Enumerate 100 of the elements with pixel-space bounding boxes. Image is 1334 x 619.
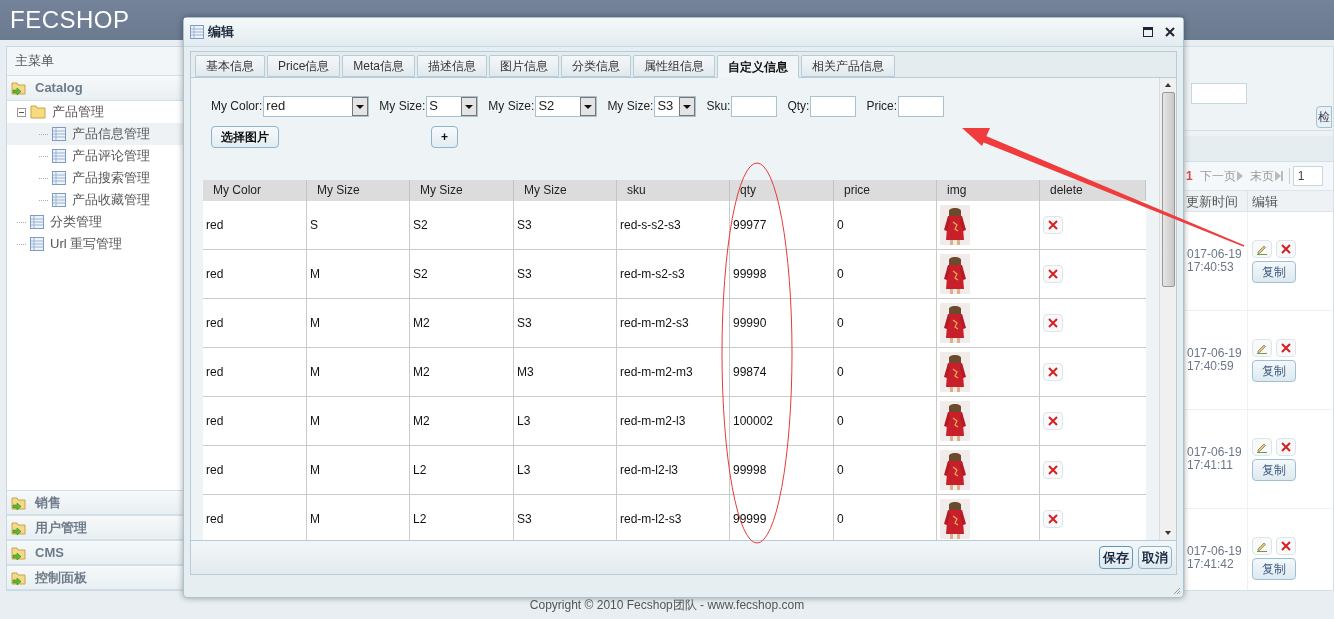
table-icon	[52, 127, 66, 141]
folder-arrow-icon	[11, 569, 27, 586]
tab[interactable]: 图片信息	[489, 55, 560, 77]
current-page[interactable]: 1	[1186, 167, 1193, 185]
accordion-header[interactable]: 用户管理	[7, 515, 185, 540]
time-text: 17:41:42	[1187, 558, 1235, 571]
x-icon	[1281, 342, 1291, 353]
tab[interactable]: 属性组信息	[633, 55, 716, 77]
text-field[interactable]	[810, 95, 857, 117]
field-label: My Size:	[379, 98, 426, 115]
search-button[interactable]: 检	[1316, 106, 1332, 128]
delete-button[interactable]	[1276, 437, 1296, 456]
tree-item[interactable]: 产品搜索管理	[7, 167, 185, 189]
save-button[interactable]: 保存	[1099, 546, 1133, 569]
table-cell: 0	[834, 348, 937, 396]
table-cell: M	[307, 299, 410, 347]
tree-item[interactable]: 产品评论管理	[7, 145, 185, 167]
accordion-header[interactable]: Catalog	[7, 76, 185, 101]
table-cell: L3	[514, 446, 617, 494]
accordion-header[interactable]: 销售	[7, 490, 185, 515]
table-cell: 0	[834, 299, 937, 347]
table-cell: M	[307, 348, 410, 396]
last-icon	[1274, 171, 1283, 181]
copyright-text: Copyright © 2010 Fecshop团队 - www.fecshop.com	[529, 597, 805, 614]
x-icon	[1048, 416, 1058, 426]
table-cell: 99990	[730, 299, 834, 347]
table-cell: 99998	[730, 446, 834, 494]
table-icon	[190, 25, 204, 39]
cancel-button[interactable]: 取消	[1138, 546, 1172, 569]
text-field[interactable]	[731, 95, 778, 117]
accordion-header[interactable]: 控制面板	[7, 565, 185, 590]
delete-button[interactable]	[1276, 536, 1296, 555]
collapse-icon[interactable]	[17, 107, 26, 117]
tab[interactable]: 自定义信息	[717, 55, 800, 78]
folder-arrow-icon	[11, 494, 27, 511]
tree-item[interactable]: Url 重写管理	[7, 233, 185, 255]
select-field[interactable]: S3	[654, 95, 697, 117]
logo[interactable]: FECSHOP	[10, 2, 130, 38]
copy-button[interactable]: 复制	[1252, 557, 1296, 580]
x-icon	[1048, 269, 1058, 279]
tab[interactable]: Meta信息	[342, 55, 416, 77]
copy-button[interactable]: 复制	[1252, 359, 1296, 382]
delete-button[interactable]	[1043, 265, 1063, 283]
edit-button[interactable]	[1252, 437, 1272, 456]
page-field[interactable]: 1	[1292, 166, 1323, 186]
folder-arrow-icon	[11, 519, 27, 536]
delete-button[interactable]	[1276, 338, 1296, 357]
delete-button[interactable]	[1043, 412, 1063, 430]
tree-item[interactable]: 产品信息管理	[7, 123, 185, 145]
maximize-icon[interactable]	[1143, 27, 1153, 37]
delete-button[interactable]	[1276, 239, 1296, 258]
accordion-header[interactable]: CMS	[7, 540, 185, 565]
delete-button[interactable]	[1043, 314, 1063, 332]
column-header: img	[937, 180, 1040, 201]
delete-button[interactable]	[1043, 216, 1063, 234]
tab[interactable]: 相关产品信息	[801, 55, 896, 77]
x-icon	[1048, 465, 1058, 475]
edit-button[interactable]	[1252, 536, 1272, 555]
tab[interactable]: Price信息	[267, 55, 341, 77]
tree-item[interactable]: 分类管理	[7, 211, 185, 233]
copy-button[interactable]: 复制	[1252, 458, 1296, 481]
tab[interactable]: 分类信息	[561, 55, 632, 77]
search-field[interactable]	[1191, 83, 1247, 104]
edit-button[interactable]	[1252, 239, 1272, 258]
edit-button[interactable]	[1252, 338, 1272, 357]
delete-button[interactable]	[1043, 510, 1063, 528]
table-cell: S3	[514, 201, 617, 249]
table-cell: red-s-s2-s3	[617, 201, 730, 249]
delete-button[interactable]	[1043, 363, 1063, 381]
table-icon	[52, 149, 66, 163]
resize-grip-icon[interactable]	[1173, 587, 1181, 595]
select-field[interactable]: S2	[535, 95, 598, 117]
table-cell: M2	[410, 299, 514, 347]
text-field[interactable]	[898, 95, 945, 117]
scroll-thumb[interactable]	[1161, 92, 1175, 287]
table-icon	[52, 193, 66, 207]
tree-item[interactable]: 产品收藏管理	[7, 189, 185, 211]
choose-image-button[interactable]: 选择图片	[211, 126, 279, 148]
table-cell: red	[203, 446, 307, 494]
tree-item[interactable]: 产品管理	[7, 101, 185, 123]
tab[interactable]: 基本信息	[195, 55, 265, 77]
delete-button[interactable]	[1043, 461, 1063, 479]
table-icon	[30, 215, 44, 229]
x-icon	[1281, 243, 1291, 254]
copy-button[interactable]: 复制	[1252, 260, 1296, 283]
x-icon	[1048, 514, 1058, 524]
close-icon[interactable]	[1165, 27, 1175, 37]
add-button[interactable]: +	[431, 126, 458, 148]
tab[interactable]: 描述信息	[417, 55, 488, 77]
scrollbar[interactable]	[1159, 78, 1176, 540]
table-cell: red	[203, 201, 307, 249]
field-label: My Size:	[488, 98, 535, 115]
table-cell: 0	[834, 250, 937, 298]
field-label: My Size:	[607, 98, 654, 115]
table-cell: 99998	[730, 250, 834, 298]
select-field[interactable]: red	[263, 95, 370, 117]
table-cell: 0	[834, 201, 937, 249]
select-field[interactable]: S	[426, 95, 479, 117]
table-cell: L2	[410, 446, 514, 494]
table-cell: red	[203, 299, 307, 347]
